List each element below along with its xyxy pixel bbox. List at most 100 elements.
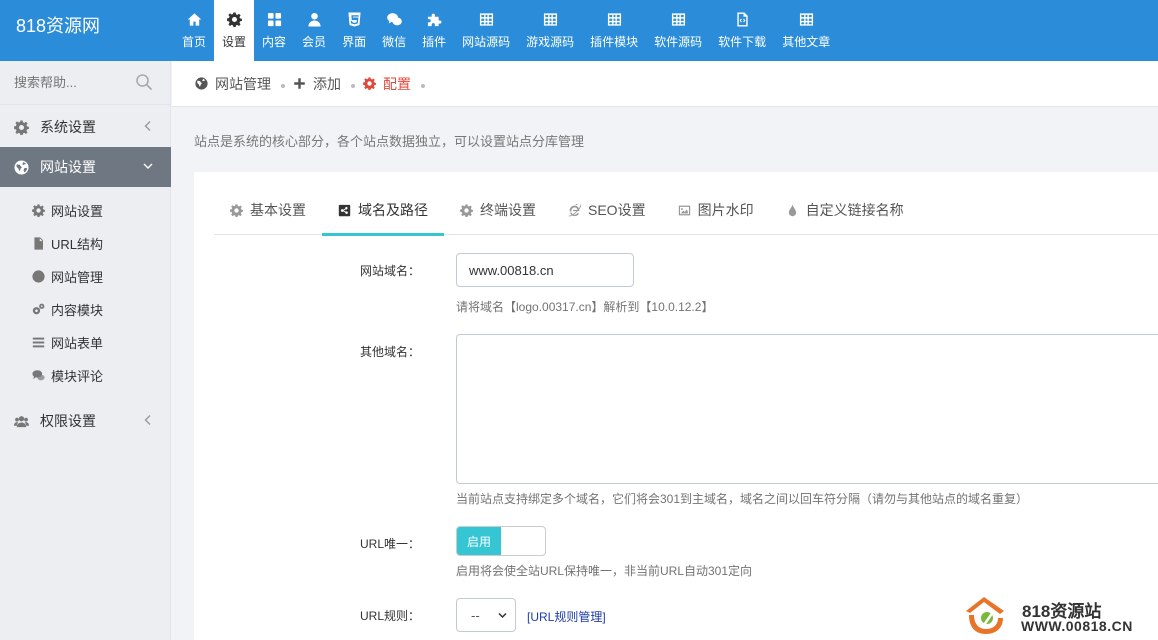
ie-icon: [568, 203, 582, 217]
select-value: --: [471, 607, 480, 623]
nav-settings[interactable]: 设置: [214, 0, 255, 61]
watermark-url: WWW.00818.CN: [1021, 618, 1133, 634]
nav-member[interactable]: 会员: [294, 0, 334, 61]
nav-site-source[interactable]: 网站源码: [454, 0, 518, 61]
nav-software-download[interactable]: 软件下载: [710, 0, 774, 61]
breadcrumb-label: 添加: [313, 75, 341, 92]
nav-label: 网站源码: [462, 34, 511, 49]
home-icon: [186, 12, 202, 28]
url-unique-toggle[interactable]: 启用: [456, 526, 546, 556]
image-icon: [678, 203, 692, 217]
chevron-down-icon: [498, 612, 507, 619]
sidebar-group-label: 权限设置: [40, 413, 96, 429]
gear-icon: [226, 12, 242, 28]
search-icon[interactable]: [135, 73, 153, 91]
other-domains-label: 其他域名：: [359, 345, 420, 359]
tab-bar: 基本设置 域名及路径 终端设置 SEO设置 图片水印 自定义链接名称: [214, 186, 1158, 236]
breadcrumb-add[interactable]: 添加: [293, 74, 341, 94]
tab-image-watermark[interactable]: 图片水印: [662, 186, 770, 234]
page-notice: 站点是系统的核心部分，各个站点数据独立，可以设置站点分库管理: [194, 134, 585, 149]
sidebar-group-label: 系统设置: [40, 119, 96, 135]
nav-label: 插件: [422, 34, 447, 49]
tab-domain-path[interactable]: 域名及路径: [322, 186, 444, 236]
tab-terminal-settings[interactable]: 终端设置: [444, 186, 552, 234]
toggle-on-label: 启用: [457, 527, 501, 555]
breadcrumb-site-management[interactable]: 网站管理: [195, 74, 271, 94]
nav-label: 软件源码: [654, 34, 703, 49]
url-unique-help: 启用将会使全站URL保持唯一，非当前URL自动301定向: [456, 564, 753, 578]
nav-label: 插件模块: [590, 34, 639, 49]
sidebar-search: [0, 61, 171, 105]
nav-game-source[interactable]: 游戏源码: [518, 0, 582, 61]
sidebar-item-label: 内容模块: [51, 303, 104, 318]
tab-custom-link-names[interactable]: 自定义链接名称: [770, 186, 920, 234]
sidebar-group-label: 网站设置: [40, 159, 96, 175]
url-rule-select[interactable]: --: [456, 598, 516, 632]
sidebar-item-url-structure[interactable]: URL结构: [0, 227, 171, 260]
sidebar-item-label: URL结构: [51, 237, 104, 252]
nav-plugins[interactable]: 插件: [414, 0, 454, 61]
breadcrumb-separator: [421, 83, 425, 88]
comments-icon: [31, 369, 45, 383]
gear-icon: [230, 203, 244, 217]
site-watermark: 818资源站 WWW.00818.CN: [960, 594, 1155, 638]
nav-interface[interactable]: 界面: [334, 0, 374, 61]
tab-label: 自定义链接名称: [805, 202, 904, 218]
nav-content[interactable]: 内容: [254, 0, 294, 61]
nav-home[interactable]: 首页: [174, 0, 214, 61]
puzzle-icon: [426, 12, 442, 28]
url-rule-label: URL规则：: [359, 609, 420, 623]
sidebar-item-site-settings[interactable]: 网站设置: [0, 194, 171, 227]
html5-icon: [346, 12, 362, 28]
nav-software-source[interactable]: 软件源码: [646, 0, 710, 61]
tab-label: 域名及路径: [358, 202, 428, 218]
sidebar-item-site-forms[interactable]: 网站表单: [0, 326, 171, 359]
sidebar-item-site-management[interactable]: 网站管理: [0, 260, 171, 293]
sidebar-item-label: 网站表单: [51, 336, 104, 351]
list-icon: [31, 336, 45, 350]
nav-label: 其他文章: [782, 34, 831, 49]
nav-plugin-modules[interactable]: 插件模块: [582, 0, 646, 61]
sidebar-item-label: 网站管理: [51, 270, 104, 285]
gears-icon: [31, 303, 45, 317]
tab-label: SEO设置: [588, 202, 646, 218]
user-icon: [306, 12, 322, 28]
table-icon: [542, 12, 558, 28]
nav-label: 设置: [222, 34, 247, 49]
app-logo[interactable]: 818资源网: [16, 12, 100, 38]
globe-icon: [13, 159, 29, 175]
plus-icon: [293, 77, 307, 91]
other-domains-textarea[interactable]: [456, 334, 1158, 484]
grid-icon: [266, 12, 282, 28]
share-icon: [338, 203, 352, 217]
nav-label: 游戏源码: [526, 34, 575, 49]
sidebar: 系统设置 网站设置 网站设置 URL结构 网站管理 内容模块 网站表单 模块评论…: [0, 61, 171, 640]
other-domains-help: 当前站点支持绑定多个域名，它们将会301到主域名，域名之间以回车符分隔（请勿与其…: [456, 492, 1029, 506]
nav-label: 软件下载: [718, 34, 767, 49]
gear-icon: [460, 203, 474, 217]
nav-wechat[interactable]: 微信: [374, 0, 414, 61]
nav-label: 内容: [262, 34, 287, 49]
nav-other-articles[interactable]: 其他文章: [774, 0, 838, 61]
search-input[interactable]: [14, 71, 134, 93]
sidebar-group-site-settings[interactable]: 网站设置: [0, 147, 171, 187]
drop-icon: [786, 203, 800, 217]
sidebar-group-permission-settings[interactable]: 权限设置: [0, 401, 171, 441]
domain-input[interactable]: [456, 253, 634, 287]
tab-label: 图片水印: [697, 202, 754, 218]
globe-icon: [195, 77, 209, 91]
nav-label: 会员: [302, 34, 327, 49]
url-rule-manage-link[interactable]: [URL规则管理]: [527, 608, 606, 625]
nav-label: 界面: [342, 34, 367, 49]
domain-help: 请将域名【logo.00317.cn】解析到【10.0.12.2】: [456, 300, 714, 314]
users-icon: [13, 413, 29, 429]
tab-basic-settings[interactable]: 基本设置: [214, 186, 322, 234]
sidebar-group-system-settings[interactable]: 系统设置: [0, 107, 171, 147]
breadcrumb-config[interactable]: 配置: [363, 74, 411, 94]
file-icon: [31, 237, 45, 251]
sidebar-item-module-comments[interactable]: 模块评论: [0, 359, 171, 392]
breadcrumb-label: 配置: [383, 75, 411, 92]
sidebar-item-content-modules[interactable]: 内容模块: [0, 293, 171, 326]
breadcrumb-separator: [351, 83, 355, 88]
tab-seo-settings[interactable]: SEO设置: [552, 186, 662, 234]
